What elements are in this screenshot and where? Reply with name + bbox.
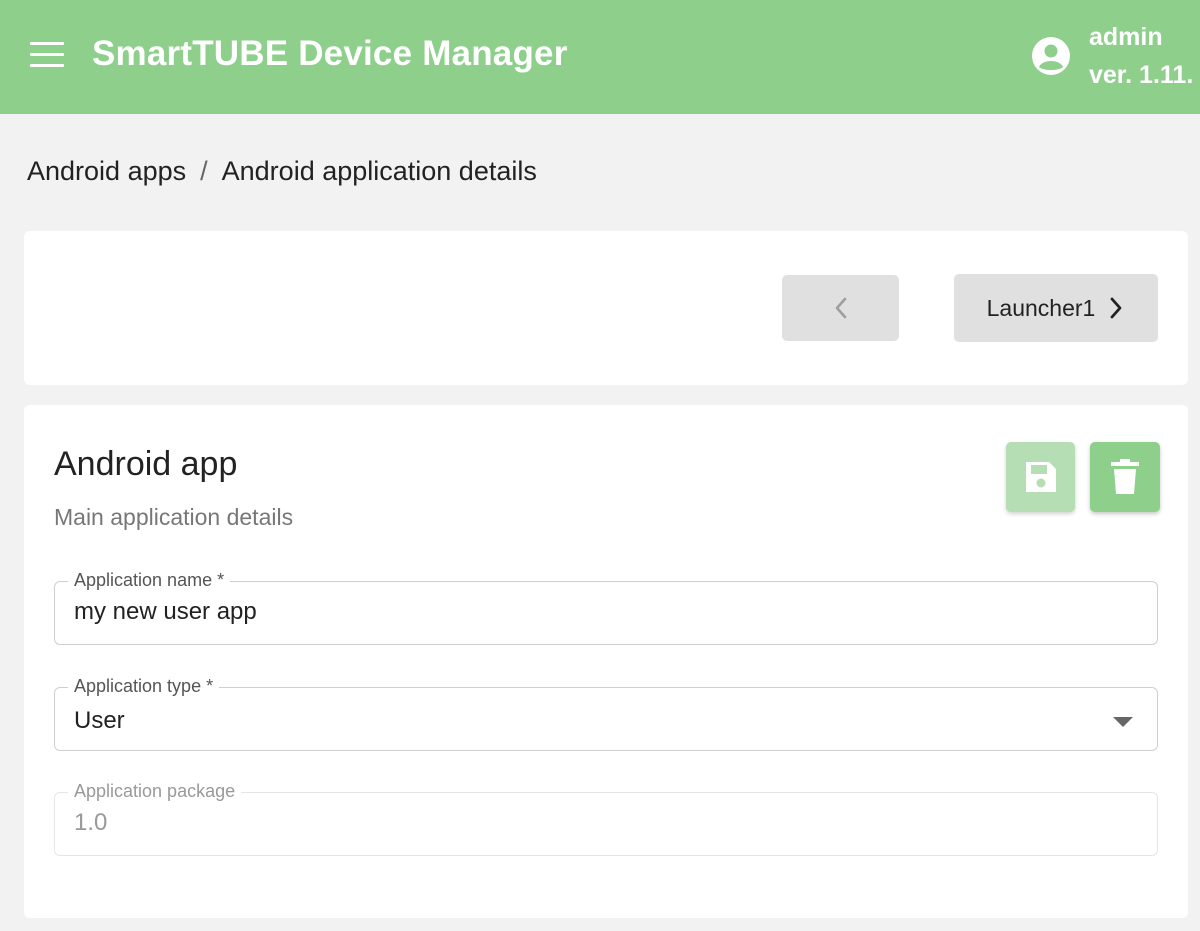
app-details-card: Android app Main application details App… — [24, 405, 1188, 918]
breadcrumb-android-apps-link[interactable]: Android apps — [27, 156, 186, 186]
dropdown-arrow-icon[interactable] — [1113, 717, 1133, 727]
trash-icon — [1111, 459, 1139, 494]
chevron-right-icon — [1110, 297, 1122, 319]
application-package-label: Application package — [68, 780, 242, 802]
chevron-left-icon — [835, 297, 846, 319]
floppy-disk-icon — [1025, 462, 1056, 492]
breadcrumb: Android apps / Android application details — [27, 156, 537, 187]
breadcrumb-current: Android application details — [221, 156, 537, 186]
user-info: admin ver. 1.11. — [1089, 18, 1200, 94]
delete-button[interactable] — [1090, 442, 1160, 512]
application-type-label: Application type * — [68, 675, 220, 697]
account-circle-icon[interactable] — [1031, 36, 1071, 76]
hamburger-menu-icon[interactable] — [30, 42, 66, 68]
application-name-label: Application name * — [68, 569, 231, 591]
application-type-select[interactable]: User — [74, 707, 1114, 735]
next-app-button[interactable]: Launcher1 — [954, 274, 1158, 342]
app-version: ver. 1.11. — [1089, 61, 1194, 89]
card-title: Android app — [54, 445, 238, 483]
card-subtitle: Main application details — [54, 504, 294, 530]
application-package-input — [74, 809, 1114, 837]
save-button[interactable] — [1006, 442, 1075, 512]
application-type-field[interactable]: Application type * User — [54, 675, 1158, 751]
top-app-bar: SmartTUBE Device Manager admin ver. 1.11… — [0, 0, 1200, 114]
navigation-card: Launcher1 — [24, 231, 1188, 385]
app-title: SmartTUBE Device Manager — [92, 34, 568, 73]
application-package-field: Application package — [54, 780, 1158, 856]
previous-app-button[interactable] — [782, 275, 899, 341]
application-name-field: Application name * — [54, 569, 1158, 645]
next-app-label: Launcher1 — [986, 294, 1096, 321]
breadcrumb-separator: / — [200, 156, 208, 186]
username: admin — [1089, 23, 1163, 51]
application-name-input[interactable] — [74, 598, 1114, 626]
